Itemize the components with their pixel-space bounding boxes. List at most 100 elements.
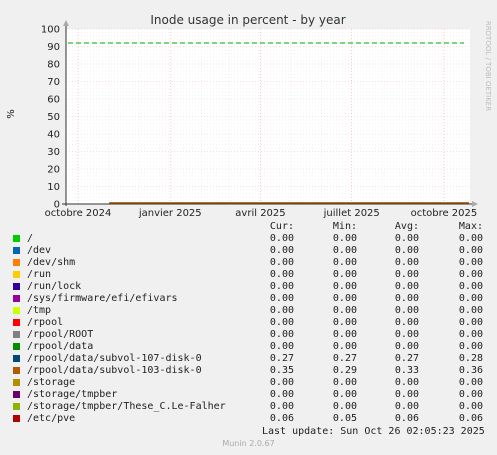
legend-cur-value: 0.00 — [269, 317, 294, 328]
legend-item: /dev/shm 0.00 0.00 0.00 0.00 — [12, 257, 488, 269]
legend-swatch — [13, 271, 20, 278]
x-tick-label: avril 2025 — [235, 208, 285, 219]
legend-min-value: 0.00 — [332, 281, 357, 292]
legend-cur-value: 0.00 — [269, 233, 294, 244]
legend-item: /storage 0.00 0.00 0.00 0.00 — [12, 377, 488, 389]
y-tick-label: 40 — [47, 130, 60, 141]
legend-item: /dev 0.00 0.00 0.00 0.00 — [12, 245, 488, 257]
legend-item-name: /dev — [27, 245, 52, 256]
x-tick-label: juillet 2025 — [323, 208, 380, 219]
legend-avg-value: 0.00 — [394, 329, 419, 340]
x-tick-label: janvier 2025 — [138, 208, 202, 219]
legend-min-value: 0.00 — [332, 257, 357, 268]
legend-avg-value: 0.00 — [394, 317, 419, 328]
legend-avg-value: 0.00 — [394, 341, 419, 352]
legend-swatch — [13, 283, 20, 290]
y-tick-label: 60 — [47, 95, 60, 106]
legend-swatch — [13, 295, 20, 302]
legend-cur-value: 0.00 — [269, 377, 294, 388]
y-tick-label: 10 — [47, 182, 60, 193]
legend-item: /rpool/data 0.00 0.00 0.00 0.00 — [12, 341, 488, 353]
legend-min-value: 0.00 — [332, 317, 357, 328]
legend-min-value: 0.00 — [332, 389, 357, 400]
y-tick-label: 70 — [47, 77, 60, 88]
legend-swatch — [13, 415, 20, 422]
legend-avg-value: 0.00 — [394, 281, 419, 292]
legend-swatch — [13, 247, 20, 254]
legend-max-value: 0.00 — [458, 293, 483, 304]
legend-max-value: 0.00 — [458, 329, 483, 340]
last-update: Last update: Sun Oct 26 02:05:23 2025 — [262, 426, 485, 437]
legend-item: /sys/firmware/efi/efivars 0.00 0.00 0.00 0.0… — [12, 293, 488, 305]
legend-max-value: 0.00 — [458, 389, 483, 400]
legend-max-value: 0.00 — [458, 281, 483, 292]
legend-item: /rpool/data/subvol-107-disk-0 0.27 0.27 0.2… — [12, 353, 488, 365]
legend-avg-value: 0.00 — [394, 257, 419, 268]
legend-min-value: 0.00 — [332, 269, 357, 280]
legend-item-name: /rpool/data/subvol-103-disk-0 — [27, 365, 202, 376]
chart-title: Inode usage in percent - by year — [150, 13, 345, 27]
legend-avg-value: 0.33 — [394, 365, 419, 376]
legend-avg-value: 0.00 — [394, 377, 419, 388]
legend-cur-value: 0.06 — [269, 413, 294, 424]
legend-item-name: /storage/tmpber — [27, 389, 118, 400]
legend-max-value: 0.00 — [458, 269, 483, 280]
legend-item-name: /tmp — [27, 305, 52, 316]
legend-min-value: 0.29 — [332, 365, 357, 376]
legend-item-name: /dev/shm — [27, 257, 76, 268]
legend-item-name: /rpool/ROOT — [27, 329, 94, 340]
legend-item-name: /storage — [27, 377, 76, 388]
header-max: Max: — [458, 221, 483, 232]
y-tick-label: 80 — [47, 60, 60, 71]
legend-min-value: 0.00 — [332, 305, 357, 316]
legend-item: / 0.00 0.00 0.00 0.00 — [12, 233, 488, 245]
legend-max-value: 0.00 — [458, 401, 483, 412]
legend-min-value: 0.05 — [332, 413, 357, 424]
legend-avg-value: 0.06 — [394, 413, 419, 424]
legend-cur-value: 0.00 — [269, 329, 294, 340]
legend-item: /etc/pve 0.06 0.05 0.06 0.06 — [12, 413, 488, 425]
legend-header: Cur: Min: Avg: Max: — [12, 221, 488, 233]
legend-max-value: 0.00 — [458, 317, 483, 328]
legend-avg-value: 0.00 — [394, 305, 419, 316]
x-tick-labels: octobre 2024 janvier 2025 avril 2025 juille… — [45, 208, 478, 219]
legend-min-value: 0.00 — [332, 329, 357, 340]
legend-swatch — [13, 319, 20, 326]
legend-cur-value: 0.27 — [269, 353, 294, 364]
legend-max-value: 0.00 — [458, 377, 483, 388]
rrdtool-watermark: RRDTOOL / TOBI OETIKER — [484, 21, 492, 111]
legend-cur-value: 0.00 — [269, 341, 294, 352]
legend-cur-value: 0.00 — [269, 281, 294, 292]
legend-min-value: 0.00 — [332, 245, 357, 256]
legend-min-value: 0.00 — [332, 401, 357, 412]
y-tick-label: 90 — [47, 42, 60, 53]
legend-swatch — [13, 379, 20, 386]
legend-table: Cur: Min: Avg: Max: /0.00 0.00 0.00 0.00/de… — [12, 221, 488, 425]
legend-max-value: 0.36 — [458, 365, 483, 376]
legend-max-value: 0.00 — [458, 245, 483, 256]
legend-item: /storage/tmpber 0.00 0.00 0.00 0.00 — [12, 389, 488, 401]
y-tick-label: 20 — [47, 165, 60, 176]
legend-item: /rpool/data/subvol-103-disk-0 0.35 0.29 0.3… — [12, 365, 488, 377]
legend-min-value: 0.00 — [332, 233, 357, 244]
legend-avg-value: 0.00 — [394, 293, 419, 304]
legend-item-name: /rpool/data — [27, 341, 94, 352]
legend-max-value: 0.00 — [458, 305, 483, 316]
x-tick-label: octobre 2024 — [45, 208, 112, 219]
legend-avg-value: 0.00 — [394, 245, 419, 256]
legend-swatch — [13, 235, 20, 242]
legend-item: /storage/tmpber/These_C.Le-Falher 0.00 0.0… — [12, 401, 488, 413]
legend-swatch — [13, 331, 20, 338]
munin-version: Munin 2.0.67 — [222, 439, 275, 448]
legend-avg-value: 0.00 — [394, 269, 419, 280]
legend-swatch — [13, 391, 20, 398]
legend-item: /rpool 0.00 0.00 0.00 0.00 — [12, 317, 488, 329]
header-min: Min: — [332, 221, 357, 232]
legend-cur-value: 0.00 — [269, 257, 294, 268]
legend-cur-value: 0.00 — [269, 245, 294, 256]
legend-item-name: /rpool — [27, 317, 64, 328]
legend-min-value: 0.00 — [332, 341, 357, 352]
legend-item: /run 0.00 0.00 0.00 0.00 — [12, 269, 488, 281]
legend-item: /run/lock 0.00 0.00 0.00 0.00 — [12, 281, 488, 293]
legend-max-value: 0.00 — [458, 341, 483, 352]
